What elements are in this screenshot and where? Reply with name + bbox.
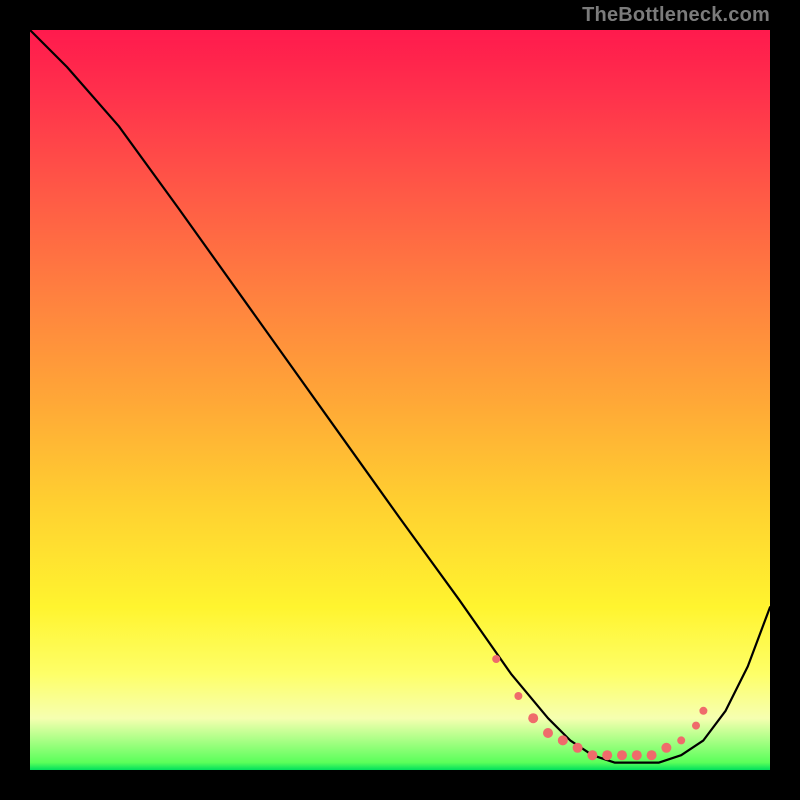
data-marker [699,707,707,715]
data-marker [492,655,500,663]
data-marker [632,750,642,760]
data-marker [602,750,612,760]
data-marker [558,735,568,745]
data-marker [661,743,671,753]
data-marker [543,728,553,738]
data-marker [677,736,685,744]
marker-group [492,655,707,760]
chart-svg [30,30,770,770]
data-marker [587,750,597,760]
curve-path [30,30,770,763]
data-marker [528,713,538,723]
data-marker [617,750,627,760]
data-marker [647,750,657,760]
data-marker [573,743,583,753]
watermark-text: TheBottleneck.com [582,4,770,27]
plot-area [30,30,770,770]
chart-stage: TheBottleneck.com [0,0,800,800]
data-marker [692,722,700,730]
data-marker [514,692,522,700]
